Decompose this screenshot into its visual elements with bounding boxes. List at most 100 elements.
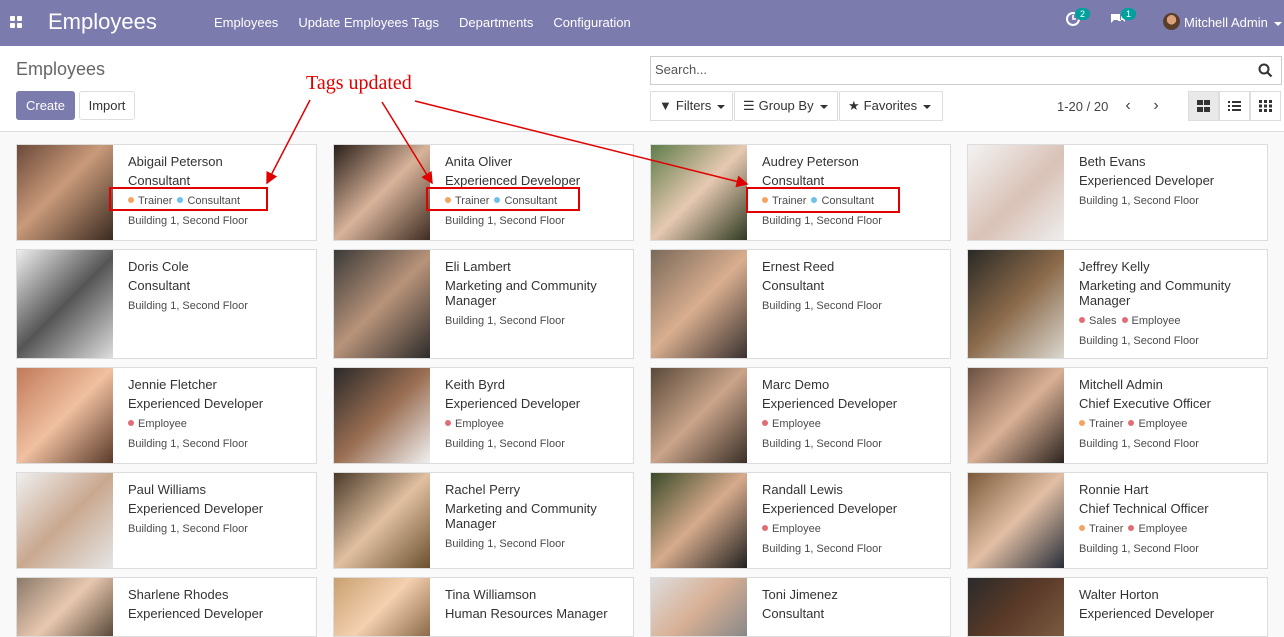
search-input[interactable] <box>655 62 1235 77</box>
pager-value[interactable]: 1-20 / 20 <box>1057 99 1108 114</box>
employee-photo <box>968 578 1064 636</box>
employee-photo <box>334 473 430 568</box>
employee-card[interactable]: Randall Lewis Experienced Developer Employ… <box>650 472 951 569</box>
kanban-view-button[interactable] <box>1188 91 1219 121</box>
user-avatar[interactable] <box>1163 13 1180 30</box>
employee-tag: Employee <box>762 523 821 535</box>
favorites-button[interactable]: ★ Favorites <box>839 91 943 121</box>
employee-photo <box>968 250 1064 358</box>
messages-button[interactable]: 1 <box>1110 8 1137 29</box>
menu-employees[interactable]: Employees <box>204 15 288 30</box>
employee-job-title: Experienced Developer <box>445 396 581 411</box>
employee-name: Keith Byrd <box>445 377 505 392</box>
employee-card[interactable]: Tina Williamson Human Resources Manager <box>333 577 634 637</box>
employee-card[interactable]: Marc Demo Experienced Developer Employee Bu… <box>650 367 951 464</box>
employee-job-title: Marketing and Community Manager <box>445 501 597 531</box>
employee-job-title: Marketing and Community Manager <box>1079 278 1231 308</box>
filter-icon: ▼ <box>659 98 672 113</box>
employee-info: Walter Horton Experienced Developer <box>1079 586 1264 621</box>
filters-button[interactable]: ▼ Filters <box>650 91 733 121</box>
employee-card[interactable]: Sharlene Rhodes Experienced Developer <box>16 577 317 637</box>
employee-tag: Employee <box>762 418 821 430</box>
employee-name: Eli Lambert <box>445 259 511 274</box>
employee-photo <box>17 368 113 463</box>
employee-job-title: Chief Technical Officer <box>1079 501 1209 516</box>
chevron-down-icon <box>717 104 726 109</box>
employee-job-title: Experienced Developer <box>762 396 898 411</box>
employee-card[interactable]: Rachel Perry Marketing and Community Mana… <box>333 472 634 569</box>
app-title: Employees <box>48 9 157 34</box>
employee-info: Toni Jimenez Consultant <box>762 586 947 621</box>
pager-previous-icon[interactable]: ‹ <box>1118 96 1138 116</box>
breadcrumb: Employees <box>16 59 106 79</box>
employee-card[interactable]: Mitchell Admin Chief Executive Officer Tra… <box>967 367 1268 464</box>
employee-work-location: Building 1, Second Floor <box>128 215 248 227</box>
apps-menu-icon[interactable] <box>10 16 23 29</box>
employee-name: Ronnie Hart <box>1079 482 1149 497</box>
employee-work-location: Building 1, Second Floor <box>1079 195 1199 207</box>
employee-tags: Employee <box>128 417 313 431</box>
menu-update-employees-tags[interactable]: Update Employees Tags <box>288 15 449 30</box>
employee-card[interactable]: Keith Byrd Experienced Developer Employee B… <box>333 367 634 464</box>
menu-departments[interactable]: Departments <box>449 15 543 30</box>
employee-job-title: Marketing and Community Manager <box>445 278 597 308</box>
user-menu[interactable]: Mitchell Admin <box>1184 15 1282 30</box>
employee-name: Ernest Reed <box>762 259 835 274</box>
employee-name: Mitchell Admin <box>1079 377 1163 392</box>
employee-info: Sharlene Rhodes Experienced Developer <box>128 586 313 621</box>
favorites-label: Favorites <box>863 98 918 113</box>
employee-job-title: Experienced Developer <box>128 501 264 516</box>
list-view-button[interactable] <box>1219 91 1250 121</box>
search-icon[interactable] <box>1258 63 1273 78</box>
activity-view-button[interactable] <box>1250 91 1281 121</box>
employee-card[interactable]: Eli Lambert Marketing and Community Manag… <box>333 249 634 359</box>
employee-card[interactable]: Toni Jimenez Consultant <box>650 577 951 637</box>
chevron-down-icon <box>1273 21 1282 26</box>
employee-photo <box>651 473 747 568</box>
star-icon: ★ <box>848 98 860 113</box>
employee-info: Doris Cole Consultant Building 1, Second F… <box>128 258 313 313</box>
control-panel: Employees Create Import ▼Filters ☰Group … <box>0 46 1284 132</box>
employee-name: Walter Horton <box>1079 587 1159 602</box>
pager-next-icon[interactable]: › <box>1146 96 1166 116</box>
employee-name: Audrey Peterson <box>762 154 859 169</box>
employee-card[interactable]: Ronnie Hart Chief Technical Officer Traine… <box>967 472 1268 569</box>
employee-card[interactable]: Jennie Fletcher Experienced Developer Empl… <box>16 367 317 464</box>
employee-work-location: Building 1, Second Floor <box>128 523 248 535</box>
employee-work-location: Building 1, Second Floor <box>762 438 882 450</box>
employee-card[interactable]: Walter Horton Experienced Developer <box>967 577 1268 637</box>
employee-card[interactable]: Doris Cole Consultant Building 1, Second F… <box>16 249 317 359</box>
employee-name: Sharlene Rhodes <box>128 587 229 602</box>
activity-button[interactable]: 2 <box>1066 8 1091 29</box>
employee-photo <box>968 473 1064 568</box>
group-by-button[interactable]: ☰ Group By <box>734 91 838 121</box>
employee-card[interactable]: Paul Williams Experienced Developer Buildi… <box>16 472 317 569</box>
import-button[interactable]: Import <box>79 91 135 120</box>
employee-job-title: Chief Executive Officer <box>1079 396 1211 411</box>
employee-name: Tina Williamson <box>445 587 537 602</box>
tag-label: Sales <box>1089 315 1117 327</box>
create-button[interactable]: Create <box>16 91 75 120</box>
employee-photo <box>651 578 747 636</box>
employee-card[interactable]: Jeffrey Kelly Marketing and Community Man… <box>967 249 1268 359</box>
menu-configuration[interactable]: Configuration <box>543 15 640 30</box>
employee-card[interactable]: Ernest Reed Consultant Building 1, Second … <box>650 249 951 359</box>
employee-photo <box>17 473 113 568</box>
employee-name: Anita Oliver <box>445 154 513 169</box>
employee-photo <box>651 250 747 358</box>
employee-job-title: Experienced Developer <box>762 501 898 516</box>
employee-work-location: Building 1, Second Floor <box>1079 543 1199 555</box>
employee-name: Rachel Perry <box>445 482 521 497</box>
employee-tag: Sales <box>1079 315 1117 327</box>
group-by-label: Group By <box>758 98 814 113</box>
employee-card[interactable]: Beth Evans Experienced Developer Building … <box>967 144 1268 241</box>
employee-work-location: Building 1, Second Floor <box>762 215 882 227</box>
annotation-box <box>426 187 580 211</box>
employee-tags: Trainer Employee <box>1079 417 1264 431</box>
tag-label: Employee <box>1138 523 1188 535</box>
employee-job-title: Experienced Developer <box>445 173 581 188</box>
employee-tag: Employee <box>128 418 187 430</box>
employee-info: Beth Evans Experienced Developer Building … <box>1079 153 1264 208</box>
search-box <box>650 56 1282 85</box>
employee-work-location: Building 1, Second Floor <box>445 538 565 550</box>
